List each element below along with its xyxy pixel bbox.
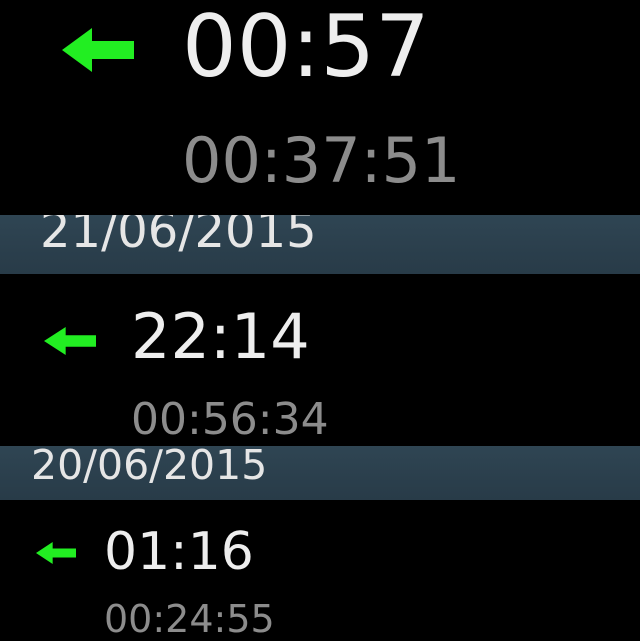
call-duration: 00:56:34 — [131, 394, 329, 445]
call-time: 00:57 — [182, 0, 430, 97]
incoming-arrow-icon — [62, 28, 134, 72]
call-time: 01:16 — [104, 522, 254, 582]
date-header: 20/06/2015 — [0, 446, 640, 500]
call-log-entry[interactable]: 22:14 00:56:34 — [0, 274, 640, 446]
call-log-entry[interactable]: 01:16 00:24:55 — [0, 500, 640, 640]
date-header-label: 20/06/2015 — [31, 446, 268, 489]
call-log-list: 00:57 00:37:51 21/06/2015 22:14 00:56:34… — [0, 0, 640, 640]
incoming-arrow-icon — [44, 327, 96, 355]
call-log-entry[interactable]: 00:57 00:37:51 — [0, 0, 640, 215]
call-time: 22:14 — [131, 300, 310, 373]
date-header: 21/06/2015 — [0, 215, 640, 274]
date-header-label: 21/06/2015 — [40, 215, 317, 259]
incoming-arrow-icon — [36, 542, 76, 564]
call-duration: 00:37:51 — [182, 124, 461, 197]
call-duration: 00:24:55 — [104, 597, 275, 641]
